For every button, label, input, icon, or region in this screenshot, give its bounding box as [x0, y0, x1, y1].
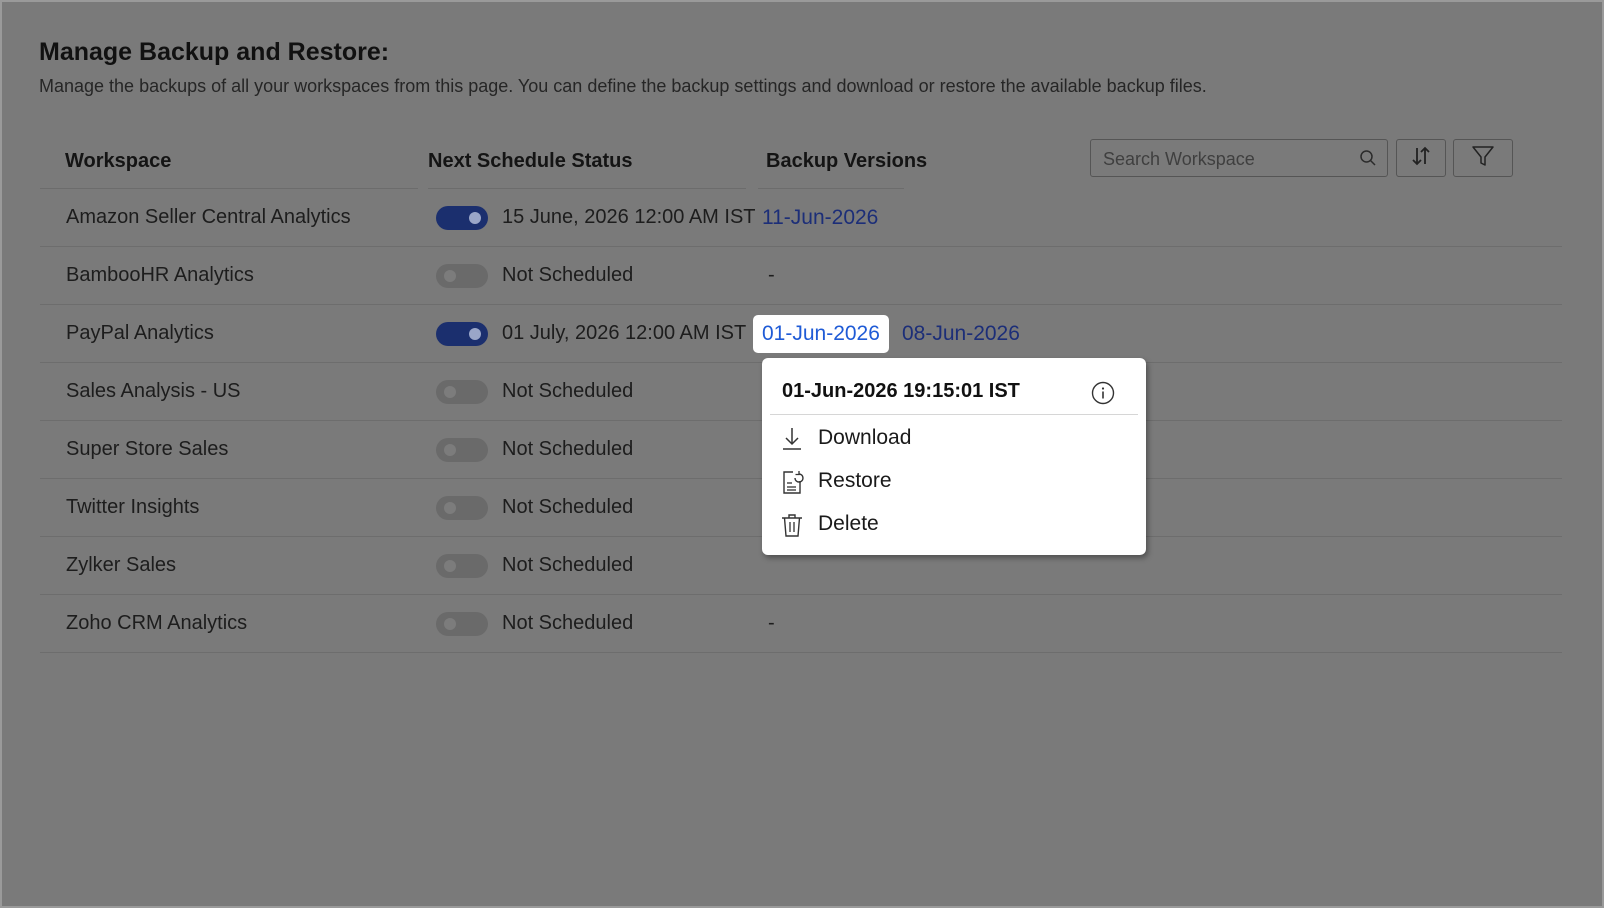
workspace-name[interactable]: Zylker Sales: [66, 537, 176, 594]
schedule-toggle[interactable]: [436, 264, 488, 288]
schedule-toggle[interactable]: [436, 380, 488, 404]
schedule-status: Not Scheduled: [502, 380, 634, 402]
page-description: Manage the backups of all your workspace…: [39, 76, 1207, 96]
delete-menu-item[interactable]: Delete: [780, 506, 1120, 542]
schedule-status: 15 June, 2026 12:00 AM IST: [502, 206, 756, 228]
backup-version-link-selected[interactable]: 01-Jun-2026: [753, 315, 889, 353]
info-icon[interactable]: [1091, 381, 1115, 410]
header-versions: Backup Versions: [766, 150, 928, 172]
popover-divider: [770, 414, 1138, 415]
no-versions-dash: -: [768, 264, 775, 286]
backup-version-popover: 01-Jun-2026 19:15:01 IST Download Restor…: [762, 358, 1146, 555]
backup-version-link[interactable]: 11-Jun-2026: [762, 189, 878, 246]
schedule-toggle[interactable]: [436, 438, 488, 462]
download-menu-item[interactable]: Download: [780, 420, 1120, 456]
download-label: Download: [818, 426, 912, 449]
page-title: Manage Backup and Restore:: [39, 38, 390, 66]
restore-icon: [780, 469, 804, 500]
schedule-status: Not Scheduled: [502, 496, 634, 518]
download-icon: [780, 426, 804, 457]
table-row: Zoho CRM Analytics Not Scheduled -: [40, 595, 1562, 653]
schedule-status: Not Scheduled: [502, 554, 634, 576]
no-versions-dash: -: [768, 612, 775, 634]
restore-label: Restore: [818, 469, 892, 492]
schedule-toggle[interactable]: [436, 322, 488, 346]
schedule-status: Not Scheduled: [502, 612, 634, 634]
header-schedule: Next Schedule Status: [428, 150, 633, 172]
table-header: Workspace Next Schedule Status Backup Ve…: [40, 132, 1562, 189]
schedule-toggle[interactable]: [436, 612, 488, 636]
workspace-name[interactable]: Super Store Sales: [66, 421, 228, 478]
workspace-name[interactable]: PayPal Analytics: [66, 305, 214, 362]
schedule-toggle[interactable]: [436, 554, 488, 578]
delete-label: Delete: [818, 512, 879, 535]
workspace-name[interactable]: Sales Analysis - US: [66, 363, 241, 420]
restore-menu-item[interactable]: Restore: [780, 463, 1120, 499]
schedule-toggle[interactable]: [436, 496, 488, 520]
workspace-name[interactable]: Amazon Seller Central Analytics: [66, 189, 351, 246]
workspace-name[interactable]: Twitter Insights: [66, 479, 199, 536]
schedule-toggle[interactable]: [436, 206, 488, 230]
table-row: PayPal Analytics 01 July, 2026 12:00 AM …: [40, 305, 1562, 363]
backup-version-link[interactable]: 08-Jun-2026: [902, 305, 1020, 362]
workspace-name[interactable]: Zoho CRM Analytics: [66, 595, 247, 652]
table-row: Amazon Seller Central Analytics 15 June,…: [40, 189, 1562, 247]
workspace-name[interactable]: BambooHR Analytics: [66, 247, 254, 304]
schedule-status: 01 July, 2026 12:00 AM IST: [502, 322, 747, 344]
schedule-status: Not Scheduled: [502, 264, 634, 286]
trash-icon: [780, 512, 804, 543]
popover-title: 01-Jun-2026 19:15:01 IST: [782, 380, 1020, 402]
table-row: BambooHR Analytics Not Scheduled -: [40, 247, 1562, 305]
schedule-status: Not Scheduled: [502, 438, 634, 460]
header-workspace: Workspace: [65, 150, 172, 172]
